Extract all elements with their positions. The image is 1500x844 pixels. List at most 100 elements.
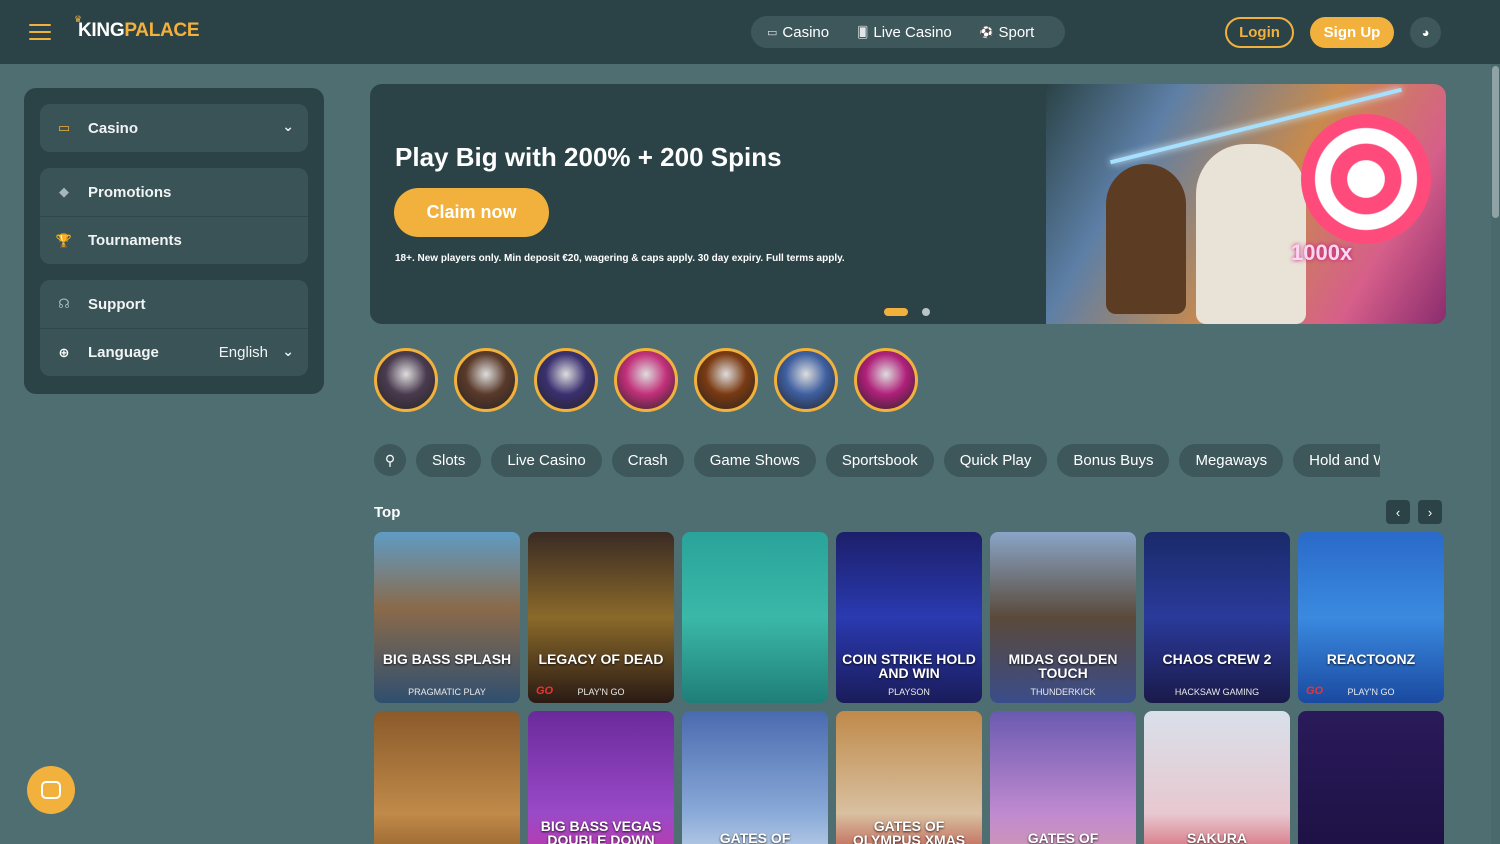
page-scrollbar[interactable] — [1491, 64, 1500, 844]
multiplier-label: 1000x — [1291, 240, 1353, 265]
carousel-dots — [884, 308, 930, 316]
chat-bubble-icon — [41, 781, 61, 799]
menu-icon[interactable] — [29, 24, 51, 41]
game-title: REACTOONZ — [1326, 651, 1416, 667]
top-nav-casino[interactable]: ▭ Casino — [767, 24, 829, 41]
story-1[interactable] — [374, 348, 438, 412]
sidebar-item-language[interactable]: ⊕ Language English ⌄ — [40, 328, 308, 376]
diamond-icon: ◆ — [59, 184, 69, 199]
game-title: LEGACY OF DEAD — [538, 651, 664, 667]
story-4[interactable] — [614, 348, 678, 412]
sidebar-group-promos: ◆ Promotions 🏆 Tournaments — [40, 168, 308, 264]
story-3[interactable] — [534, 348, 598, 412]
top-nav: ▭ Casino 🂠 Live Casino ⚽ Sport — [751, 16, 1065, 48]
story-7[interactable] — [854, 348, 918, 412]
game-tile[interactable]: BIG BASS SPLASH PRAGMATIC PLAY — [374, 532, 520, 703]
hero-banner[interactable]: Play Big with 200% + 200 Spins Claim now… — [370, 84, 1446, 324]
section-title-top: Top — [374, 504, 401, 521]
slot-icon: ▭ — [57, 120, 71, 135]
stories-row — [374, 348, 934, 412]
lollipop-figure — [1301, 114, 1431, 244]
top-header: ♛ KINGPALACE ▭ Casino 🂠 Live Casino ⚽ Sport L… — [0, 0, 1500, 64]
live-chat-button[interactable] — [27, 766, 75, 814]
game-provider: THUNDERKICK — [1030, 687, 1096, 697]
category-chip-slots[interactable]: Slots — [416, 444, 482, 477]
category-chip-crash[interactable]: Crash — [611, 444, 684, 477]
category-chip-game-shows[interactable]: Game Shows — [693, 444, 816, 477]
game-provider: PLAYSON — [888, 687, 930, 697]
headset-icon: ☊ — [58, 296, 70, 311]
crown-icon: ♛ — [74, 14, 82, 24]
game-title: BIG BASS VEGAS DOUBLE DOWN — [540, 818, 662, 844]
sidebar-item-promotions[interactable]: ◆ Promotions — [40, 168, 308, 216]
game-tile[interactable]: LEGACY OF DEAD PLAY'N GO GO — [528, 532, 674, 703]
category-chip-quick-play[interactable]: Quick Play — [943, 444, 1048, 477]
sidebar-item-tournaments[interactable]: 🏆 Tournaments — [40, 216, 308, 264]
cards-icon: 🂠 — [857, 26, 869, 39]
login-button[interactable]: Login — [1225, 17, 1294, 48]
game-title: CHAOS CREW 2 — [1162, 651, 1272, 667]
game-provider: PRAGMATIC PLAY — [408, 687, 486, 697]
game-tile[interactable]: CHAOS CREW 2 HACKSAW GAMING — [1144, 532, 1290, 703]
story-5[interactable] — [694, 348, 758, 412]
category-chip-live-casino[interactable]: Live Casino — [491, 444, 602, 477]
soccer-ball-icon: ⚽ — [979, 26, 994, 39]
slot-icon: ▭ — [767, 26, 778, 39]
globe-icon: ⊕ — [58, 344, 70, 360]
game-title: GATES OF — [1027, 830, 1099, 844]
story-6[interactable] — [774, 348, 838, 412]
game-tile[interactable] — [1298, 711, 1444, 844]
game-tile[interactable] — [682, 532, 828, 703]
zeus-figure — [1196, 144, 1306, 324]
game-tile[interactable]: GATES OF OLYMPUS XMAS — [836, 711, 982, 844]
prev-arrow-button[interactable]: ‹ — [1386, 500, 1410, 524]
chat-icon[interactable]: ◕ — [1410, 17, 1441, 48]
scrollbar-thumb[interactable] — [1492, 66, 1499, 218]
game-provider: HACKSAW GAMING — [1174, 687, 1260, 697]
trophy-icon: 🏆 — [55, 232, 73, 248]
chevron-down-icon: ⌄ — [282, 343, 294, 359]
hero-title: Play Big with 200% + 200 Spins — [395, 142, 782, 172]
fisherman-figure — [1106, 164, 1186, 314]
hero-terms: 18+. New players only. Min deposit €20, … — [395, 253, 845, 264]
carousel-dot-1[interactable] — [884, 308, 908, 316]
game-tile[interactable]: MIDAS GOLDEN TOUCH THUNDERKICK — [990, 532, 1136, 703]
sidebar-group-casino: ▭ Casino ⌄ — [40, 104, 308, 152]
game-title: BIG BASS SPLASH — [382, 651, 512, 667]
carousel-dot-2[interactable] — [922, 308, 930, 316]
sidebar-group-settings: ☊ Support ⊕ Language English ⌄ — [40, 280, 308, 376]
game-title: MIDAS GOLDEN TOUCH — [1008, 651, 1118, 681]
category-chip-hold-and-win[interactable]: Hold and Win — [1293, 444, 1380, 477]
story-2[interactable] — [454, 348, 518, 412]
game-title: GATES OF OLYMPUS XMAS — [852, 818, 966, 844]
game-title: GATES OF — [719, 830, 791, 844]
sidebar: ▭ Casino ⌄ ◆ Promotions 🏆 Tournaments ☊ … — [24, 88, 324, 394]
hero-artwork: 1000x — [1046, 84, 1446, 324]
top-nav-sport[interactable]: ⚽ Sport — [980, 24, 1035, 41]
game-tile[interactable]: SAKURA — [1144, 711, 1290, 844]
game-tile[interactable]: BIG BASS VEGAS DOUBLE DOWN — [528, 711, 674, 844]
category-chip-sportsbook[interactable]: Sportsbook — [825, 444, 934, 477]
logo[interactable]: ♛ KINGPALACE — [74, 14, 200, 42]
claim-now-button[interactable]: Claim now — [394, 188, 549, 237]
sidebar-item-support[interactable]: ☊ Support — [40, 280, 308, 328]
provider-logo-icon: GO — [1306, 685, 1324, 697]
game-tile[interactable]: GATES OF — [990, 711, 1136, 844]
game-tile[interactable]: REACTOONZ PLAY'N GO GO — [1298, 532, 1444, 703]
category-chip-megaways[interactable]: Megaways — [1179, 444, 1284, 477]
category-chip-bonus-buys[interactable]: Bonus Buys — [1057, 444, 1170, 477]
next-arrow-button[interactable]: › — [1418, 500, 1442, 524]
top-nav-live-casino[interactable]: 🂠 Live Casino — [857, 24, 952, 41]
language-value: English — [218, 344, 268, 361]
game-tile[interactable]: GATES OF — [682, 711, 828, 844]
category-chips: ⚲ Slots Live Casino Crash Game Shows Sportsb… — [374, 444, 1380, 477]
chevron-down-icon: ⌄ — [282, 118, 294, 134]
game-title: COIN STRIKE HOLD AND WIN — [842, 651, 976, 681]
game-tile[interactable]: COIN STRIKE HOLD AND WIN PLAYSON — [836, 532, 982, 703]
sidebar-item-casino[interactable]: ▭ Casino ⌄ — [40, 104, 308, 152]
search-icon[interactable]: ⚲ — [374, 444, 406, 476]
signup-button[interactable]: Sign Up — [1310, 17, 1394, 48]
game-tile[interactable] — [374, 711, 520, 844]
provider-logo-icon: GO — [536, 685, 554, 697]
game-title: SAKURA — [1187, 830, 1247, 844]
